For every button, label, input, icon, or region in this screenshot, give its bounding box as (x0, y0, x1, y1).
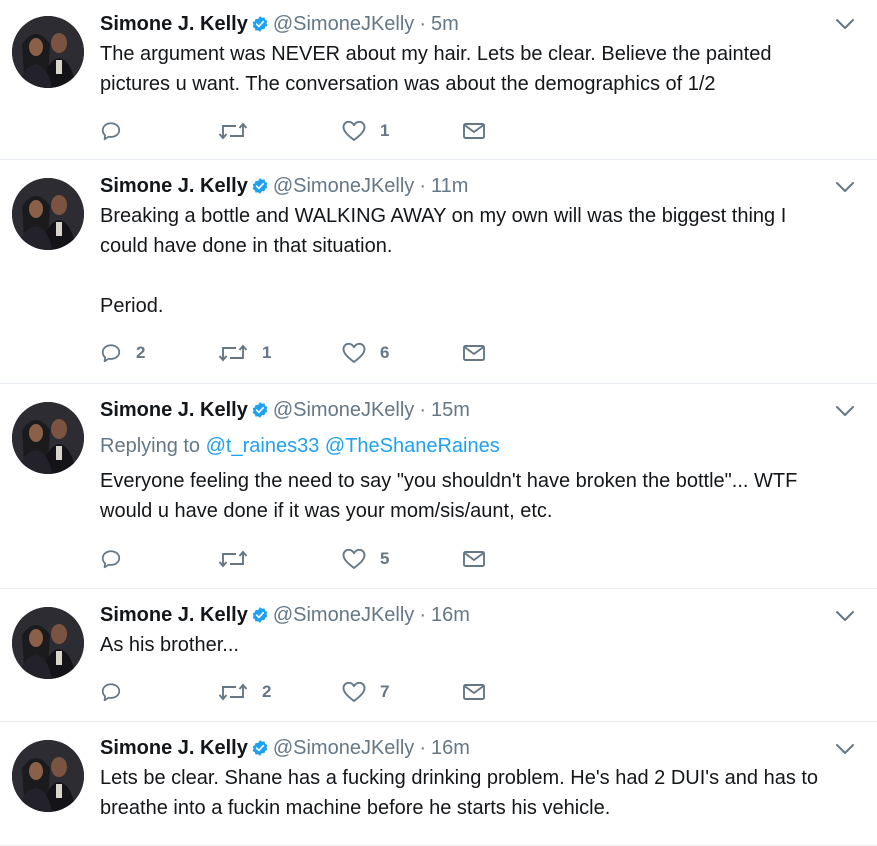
tweet[interactable]: Simone J. Kelly @SimoneJKelly · 15m Replyin… (0, 384, 877, 589)
like-button[interactable]: 6 (342, 342, 462, 364)
retweet-button[interactable] (218, 120, 342, 142)
username[interactable]: @SimoneJKelly (273, 737, 414, 759)
tweet-header: Simone J. Kelly @SimoneJKelly · 16m (100, 735, 837, 764)
separator-dot: · (419, 13, 426, 35)
chevron-down-icon[interactable] (835, 742, 855, 760)
retweet-icon (218, 681, 248, 703)
like-count: 6 (380, 343, 390, 362)
like-count: 5 (380, 549, 390, 568)
mention-link[interactable]: @t_raines33 (206, 435, 320, 457)
chevron-down-icon[interactable] (835, 404, 855, 422)
replying-to-label: Replying to (100, 435, 201, 457)
chevron-down-icon[interactable] (835, 17, 855, 35)
display-name[interactable]: Simone J. Kelly (100, 13, 248, 35)
tweet-header: Simone J. Kelly @SimoneJKelly · 15m (100, 397, 837, 426)
separator-dot: · (419, 737, 426, 759)
tweet[interactable]: Simone J. Kelly @SimoneJKelly · 16m Lets be… (0, 722, 877, 846)
avatar[interactable] (12, 740, 84, 812)
like-button[interactable]: 1 (342, 120, 462, 142)
avatar[interactable] (12, 16, 84, 88)
envelope-icon (462, 121, 486, 141)
direct-message-button[interactable] (462, 343, 486, 363)
reply-button[interactable]: 2 (100, 342, 218, 364)
retweet-icon (218, 548, 248, 570)
reply-button[interactable] (100, 120, 218, 142)
tweet-text: As his brother... (100, 634, 239, 656)
direct-message-button[interactable] (462, 682, 486, 702)
retweet-button[interactable] (218, 548, 342, 570)
mention-link[interactable]: @TheShaneRaines (325, 435, 500, 457)
heart-icon (342, 342, 366, 364)
display-name[interactable]: Simone J. Kelly (100, 175, 248, 197)
reply-icon (100, 681, 122, 703)
heart-icon (342, 681, 366, 703)
timestamp[interactable]: 16m (431, 737, 470, 759)
tweet-text: The argument was NEVER about my hair. Le… (100, 43, 772, 95)
like-button[interactable]: 7 (342, 681, 462, 703)
like-button[interactable]: 5 (342, 548, 462, 570)
tweet-header: Simone J. Kelly @SimoneJKelly · 16m (100, 602, 837, 631)
reply-icon (100, 548, 122, 570)
verified-badge-icon (251, 738, 269, 764)
reply-icon (100, 120, 122, 142)
username[interactable]: @SimoneJKelly (273, 604, 414, 626)
envelope-icon (462, 343, 486, 363)
reply-button[interactable] (100, 548, 218, 570)
retweet-icon (218, 342, 248, 364)
display-name[interactable]: Simone J. Kelly (100, 604, 248, 626)
timestamp[interactable]: 16m (431, 604, 470, 626)
separator-dot: · (419, 399, 426, 421)
tweet[interactable]: Simone J. Kelly @SimoneJKelly · 16m As his … (0, 589, 877, 722)
timestamp[interactable]: 5m (431, 13, 459, 35)
retweet-icon (218, 120, 248, 142)
direct-message-button[interactable] (462, 121, 486, 141)
retweet-count: 1 (262, 343, 272, 362)
avatar[interactable] (12, 607, 84, 679)
retweet-count: 2 (262, 682, 272, 701)
tweet-text: Lets be clear. Shane has a fucking drink… (100, 767, 819, 819)
verified-badge-icon (251, 400, 269, 426)
like-count: 1 (380, 121, 390, 140)
tweet-actions: 2 1 6 (100, 340, 486, 366)
tweet[interactable]: Simone J. Kelly @SimoneJKelly · 11m Breakin… (0, 160, 877, 384)
tweet-text: Breaking a bottle and WALKING AWAY on my… (100, 205, 787, 317)
username[interactable]: @SimoneJKelly (273, 175, 414, 197)
reply-count: 2 (136, 343, 146, 362)
timestamp[interactable]: 11m (431, 175, 468, 197)
envelope-icon (462, 682, 486, 702)
timeline: Simone J. Kelly @SimoneJKelly · 5m The argu… (0, 0, 877, 846)
replying-to: Replying to @t_raines33 @TheShaneRaines (100, 433, 500, 459)
heart-icon (342, 548, 366, 570)
username[interactable]: @SimoneJKelly (273, 399, 414, 421)
tweet-actions: 2 7 (100, 679, 486, 705)
tweet-text: Everyone feeling the need to say "you sh… (100, 470, 798, 522)
like-count: 7 (380, 682, 390, 701)
retweet-button[interactable]: 1 (218, 342, 342, 364)
avatar[interactable] (12, 178, 84, 250)
reply-button[interactable] (100, 681, 218, 703)
heart-icon (342, 120, 366, 142)
tweet[interactable]: Simone J. Kelly @SimoneJKelly · 5m The argu… (0, 0, 877, 160)
display-name[interactable]: Simone J. Kelly (100, 399, 248, 421)
tweet-actions: 1 (100, 118, 486, 144)
tweet-header: Simone J. Kelly @SimoneJKelly · 5m (100, 11, 837, 40)
display-name[interactable]: Simone J. Kelly (100, 737, 248, 759)
retweet-button[interactable]: 2 (218, 681, 342, 703)
verified-badge-icon (251, 14, 269, 40)
verified-badge-icon (251, 605, 269, 631)
username[interactable]: @SimoneJKelly (273, 13, 414, 35)
chevron-down-icon[interactable] (835, 609, 855, 627)
envelope-icon (462, 549, 486, 569)
tweet-header: Simone J. Kelly @SimoneJKelly · 11m (100, 173, 837, 202)
separator-dot: · (419, 175, 426, 197)
chevron-down-icon[interactable] (835, 180, 855, 198)
timestamp[interactable]: 15m (431, 399, 470, 421)
separator-dot: · (419, 604, 426, 626)
verified-badge-icon (251, 176, 269, 202)
direct-message-button[interactable] (462, 549, 486, 569)
avatar[interactable] (12, 402, 84, 474)
reply-icon (100, 342, 122, 364)
tweet-actions: 5 (100, 546, 486, 572)
